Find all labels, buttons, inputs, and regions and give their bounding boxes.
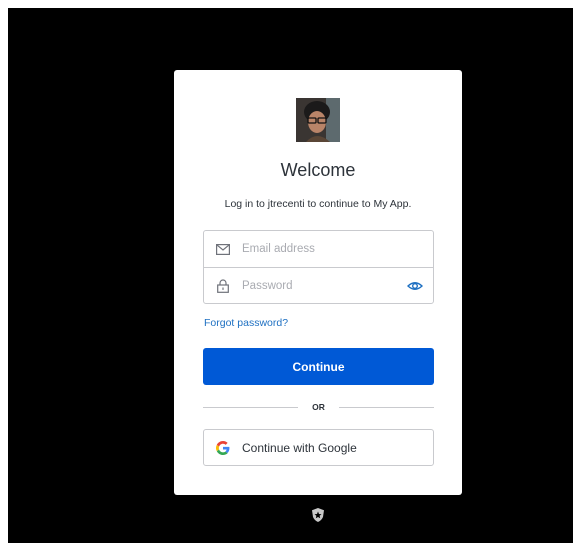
continue-button[interactable]: Continue: [203, 348, 434, 385]
or-divider: OR: [203, 400, 434, 414]
envelope-icon: [216, 242, 230, 256]
divider-line-right: [338, 406, 434, 408]
google-button-label: Continue with Google: [242, 440, 357, 455]
credentials-group: [203, 230, 434, 304]
avatar: [296, 98, 340, 142]
google-icon: [216, 440, 230, 455]
page-title: Welcome: [280, 160, 356, 180]
shield-logo-icon: [310, 507, 326, 523]
password-input[interactable]: [242, 280, 392, 292]
lock-icon: [216, 279, 230, 293]
forgot-password-link[interactable]: Forgot password?: [204, 317, 288, 329]
login-card: Welcome Log in to jtrecenti to continue …: [174, 70, 462, 495]
continue-with-google-button[interactable]: Continue with Google: [203, 429, 434, 466]
email-input[interactable]: [242, 243, 392, 255]
divider-text: OR: [312, 402, 325, 412]
login-subtitle: Log in to jtrecenti to continue to My Ap…: [224, 198, 412, 210]
email-field[interactable]: [204, 231, 433, 268]
divider-line-left: [203, 406, 299, 408]
password-field[interactable]: [204, 268, 433, 304]
show-password-icon[interactable]: [406, 278, 424, 294]
